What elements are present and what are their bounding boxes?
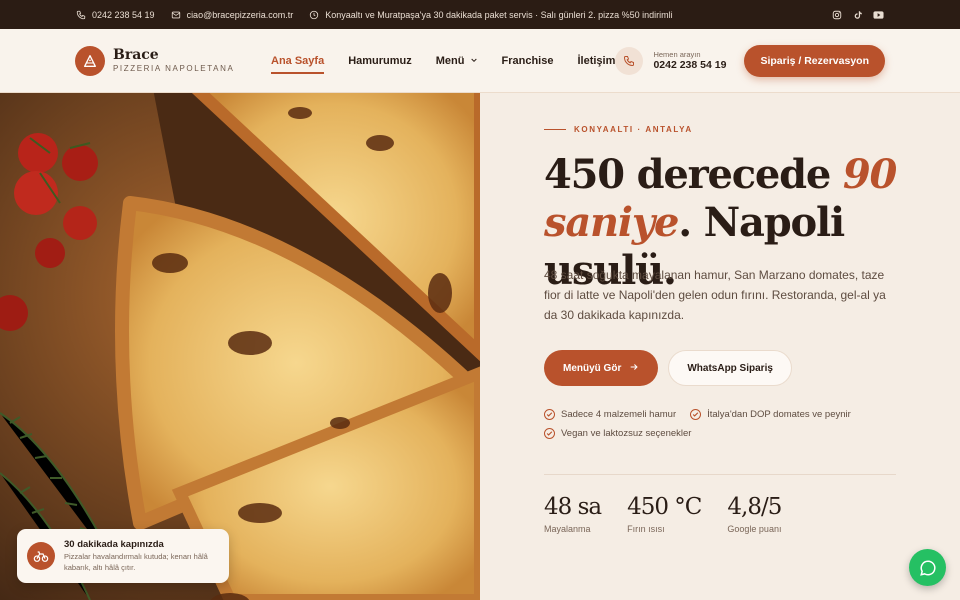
order-reservation-button[interactable]: Sipariş / Rezervasyon: [744, 44, 885, 77]
nav-item-dough[interactable]: Hamurumuz: [348, 51, 412, 71]
stat-google-rating: 4,8/5 Google puanı: [727, 494, 782, 535]
eyebrow-text: KONYAALTI · ANTALYA: [574, 125, 693, 134]
check-circle-icon: [544, 409, 555, 420]
tiktok-icon[interactable]: [852, 9, 863, 20]
hero-description: 48 saat soğukta mayalanan hamur, San Mar…: [544, 268, 886, 322]
topbar-email-text: ciao@bracepizzeria.com.tr: [186, 9, 294, 20]
check-circle-icon: [690, 409, 702, 420]
delivery-text: Pizzalar havalandırmalı kutuda; kenarı h…: [64, 552, 208, 572]
call-number: 0242 238 54 19: [653, 58, 727, 71]
brand-name: Brace: [113, 47, 159, 63]
whatsapp-order-button[interactable]: WhatsApp Sipariş: [668, 350, 792, 386]
hero-pizza-image: [0, 93, 480, 600]
stats-row: 48 sa Mayalanma 450 °C Fırın ısısı 4,8/5…: [544, 494, 782, 535]
brand-tagline: PIZZERIA NAPOLETANA: [113, 64, 235, 73]
delivery-title: 30 dakikada kapınızda: [64, 539, 164, 551]
nav-item-home[interactable]: Ana Sayfa: [271, 51, 325, 74]
whatsapp-chat-button[interactable]: [909, 549, 946, 586]
topbar-phone[interactable]: 0242 238 54 19: [76, 10, 155, 20]
view-menu-button[interactable]: Menüyü Gör: [544, 350, 659, 386]
location-eyebrow: KONYAALTI · ANTALYA: [544, 125, 693, 134]
feature-item: İtalya'dan DOP domates ve peynir: [690, 409, 851, 420]
check-circle-icon: [544, 428, 555, 439]
site-header: Brace PIZZERIA NAPOLETANA Ana Sayfa Hamu…: [0, 29, 960, 93]
phone-icon: [76, 10, 86, 20]
feature-list: Sadece 4 malzemeli hamur İtalya'dan DOP …: [544, 409, 904, 439]
social-links: [831, 9, 884, 20]
nav-item-franchise[interactable]: Franchise: [502, 51, 554, 71]
main-nav: Ana Sayfa Hamurumuz Menü Franchise İleti…: [271, 51, 615, 74]
top-info-bar: 0242 238 54 19 ciao@bracepizzeria.com.tr…: [0, 0, 960, 29]
feature-item: Vegan ve laktozsuz seçenekler: [544, 428, 691, 439]
clock-icon: [309, 10, 319, 20]
mail-icon: [171, 10, 181, 20]
topbar-notice-text: Konyaaltı ve Muratpaşa'ya 30 dakikada pa…: [325, 9, 673, 20]
call-label: Hemen arayın: [653, 49, 701, 59]
stat-fermentation: 48 sa Mayalanma: [544, 494, 602, 535]
hero-content: KONYAALTI · ANTALYA 450 derecede 90 sani…: [544, 93, 904, 600]
arrow-right-icon: [629, 362, 639, 375]
call-info[interactable]: Hemen arayın 0242 238 54 19: [653, 50, 726, 72]
chat-bubble-icon: [919, 559, 936, 576]
divider: [544, 474, 896, 475]
delivery-card: 30 dakikada kapınızda Pizzalar havalandı…: [17, 529, 229, 583]
feature-item: Sadece 4 malzemeli hamur: [544, 409, 676, 420]
topbar-phone-text: 0242 238 54 19: [92, 9, 155, 20]
topbar-notice: Konyaaltı ve Muratpaşa'ya 30 dakikada pa…: [309, 9, 673, 20]
topbar-email[interactable]: ciao@bracepizzeria.com.tr: [171, 9, 294, 20]
pizza-slice-icon: [75, 45, 105, 76]
chevron-down-icon: [470, 55, 478, 67]
call-phone-icon[interactable]: [615, 46, 644, 75]
youtube-icon[interactable]: [873, 9, 884, 20]
nav-item-contact[interactable]: İletişim: [577, 51, 615, 71]
eyebrow-line: [544, 129, 566, 130]
instagram-icon[interactable]: [831, 9, 842, 20]
brand-logo[interactable]: Brace PIZZERIA NAPOLETANA: [75, 45, 271, 76]
bicycle-icon: [27, 542, 55, 570]
stat-oven-temp: 450 °C Fırın ısısı: [627, 494, 702, 535]
nav-item-menu[interactable]: Menü: [436, 51, 478, 71]
